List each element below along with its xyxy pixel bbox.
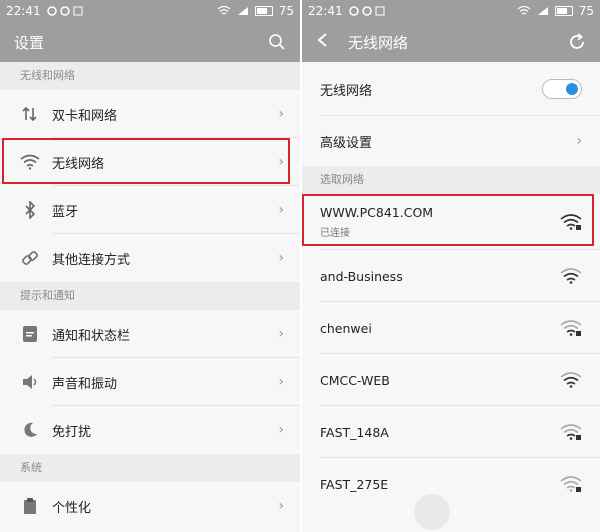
refresh-icon[interactable]: [568, 33, 586, 51]
wifi-signal-icon: [560, 372, 582, 388]
chevron-right-icon: ›: [278, 202, 284, 218]
sound-icon: [20, 372, 40, 392]
wifi-toggle-label: 无线网络: [320, 83, 373, 99]
chevron-right-icon: ›: [576, 133, 582, 149]
status-notification-icons: [348, 6, 385, 16]
section-header-system: 系统: [0, 454, 300, 482]
status-time: 22:41: [308, 4, 343, 18]
q-icon: [46, 6, 57, 16]
network-name: FAST_275E: [320, 476, 389, 492]
link-icon: [20, 248, 40, 268]
advanced-settings-label: 高级设置: [320, 135, 373, 151]
network-item[interactable]: chenwei: [302, 302, 600, 354]
wifi-lock-icon: [560, 320, 582, 336]
settings-item-label: 蓝牙: [52, 204, 79, 220]
network-item[interactable]: CMCC-WEB: [302, 354, 600, 406]
sim-icon: [20, 104, 40, 124]
network-name: FAST_148A: [320, 424, 389, 440]
settings-item-wifi[interactable]: 无线网络 ›: [0, 138, 300, 186]
wifi-lock-icon: [560, 214, 582, 230]
q-icon: [348, 6, 359, 16]
network-name: and-Business: [320, 268, 403, 284]
wifi-lock-icon: [560, 476, 582, 492]
signal-icon: [537, 7, 548, 15]
image-icon: [375, 6, 385, 16]
status-system-icons: 75: [217, 4, 294, 18]
network-item[interactable]: FAST_148A: [302, 406, 600, 458]
network-item-connected[interactable]: WWW.PC841.COM 已连接: [302, 194, 600, 250]
wifi-lock-icon: [560, 424, 582, 440]
settings-item-other-connections[interactable]: 其他连接方式 ›: [0, 234, 300, 282]
q-icon: [361, 6, 372, 16]
section-header-notifications: 提示和通知: [0, 282, 300, 310]
chevron-right-icon: ›: [278, 374, 284, 390]
settings-item-label: 双卡和网络: [52, 108, 118, 124]
notification-icon: [20, 324, 40, 344]
settings-item-do-not-disturb[interactable]: 免打扰 ›: [0, 406, 300, 454]
image-icon: [73, 6, 83, 16]
settings-item-personalize[interactable]: 个性化 ›: [0, 482, 300, 530]
settings-item-notifications[interactable]: 通知和状态栏 ›: [0, 310, 300, 358]
network-status: 已连接: [320, 228, 350, 239]
back-arrow-icon[interactable]: [316, 32, 340, 53]
battery-icon: [254, 6, 273, 16]
bluetooth-icon: [20, 200, 40, 220]
chevron-right-icon: ›: [278, 154, 284, 170]
section-header-wireless: 无线和网络: [0, 62, 300, 90]
battery-level: 75: [578, 4, 594, 18]
settings-app-bar: 设置: [0, 22, 300, 62]
chevron-right-icon: ›: [278, 326, 284, 342]
network-name: CMCC-WEB: [320, 372, 390, 388]
battery-level: 75: [278, 4, 294, 18]
chevron-right-icon: ›: [278, 106, 284, 122]
status-bar: 22:41 75: [0, 0, 300, 22]
status-bar: 22:41 75: [302, 0, 600, 22]
signal-icon: [237, 7, 248, 15]
personalize-icon: [20, 496, 40, 516]
screenshot: 22:41 75 设置 无线和网络 双卡和网络 › 无线网络 › 蓝牙 › 其他…: [0, 0, 600, 532]
network-name: WWW.PC841.COM: [320, 205, 434, 220]
section-header-choose-network: 选取网络: [302, 166, 600, 194]
settings-item-label: 个性化: [52, 500, 92, 516]
network-name: chenwei: [320, 320, 372, 336]
chevron-right-icon: ›: [278, 498, 284, 514]
settings-item-sound[interactable]: 声音和振动 ›: [0, 358, 300, 406]
status-time: 22:41: [6, 4, 41, 18]
watermark-logo: [414, 494, 450, 530]
battery-icon: [554, 6, 573, 16]
page-title: 设置: [14, 33, 45, 52]
page-title: 无线网络: [348, 33, 409, 52]
q-icon: [59, 6, 70, 16]
search-icon[interactable]: [268, 33, 286, 51]
wifi-screen: 22:41 75 无线网络 无线网络 高级设置 › 选取网络 WWW.PC841…: [302, 0, 600, 532]
chevron-right-icon: ›: [278, 422, 284, 438]
settings-screen: 22:41 75 设置 无线和网络 双卡和网络 › 无线网络 › 蓝牙 › 其他…: [0, 0, 300, 532]
wifi-app-bar: 无线网络: [302, 22, 600, 62]
status-system-icons: 75: [517, 4, 594, 18]
moon-icon: [20, 420, 40, 440]
settings-item-label: 通知和状态栏: [52, 328, 131, 344]
settings-item-label: 无线网络: [52, 156, 105, 172]
settings-item-label: 免打扰: [52, 424, 92, 440]
advanced-settings-row[interactable]: 高级设置 ›: [302, 116, 600, 166]
wifi-status-icon: [217, 6, 231, 15]
wifi-icon: [20, 152, 40, 172]
network-item[interactable]: FAST_275E: [302, 458, 600, 510]
settings-item-label: 声音和振动: [52, 376, 118, 392]
wifi-status-icon: [517, 6, 531, 15]
wifi-toggle-switch[interactable]: [542, 79, 582, 99]
settings-item-bluetooth[interactable]: 蓝牙 ›: [0, 186, 300, 234]
chevron-right-icon: ›: [278, 250, 284, 266]
wifi-signal-icon: [560, 268, 582, 284]
status-notification-icons: [46, 6, 83, 16]
toggle-knob: [566, 83, 578, 95]
network-item[interactable]: and-Business: [302, 250, 600, 302]
settings-item-dual-sim[interactable]: 双卡和网络 ›: [0, 90, 300, 138]
wifi-toggle-row[interactable]: 无线网络: [302, 62, 600, 116]
settings-item-label: 其他连接方式: [52, 252, 131, 268]
